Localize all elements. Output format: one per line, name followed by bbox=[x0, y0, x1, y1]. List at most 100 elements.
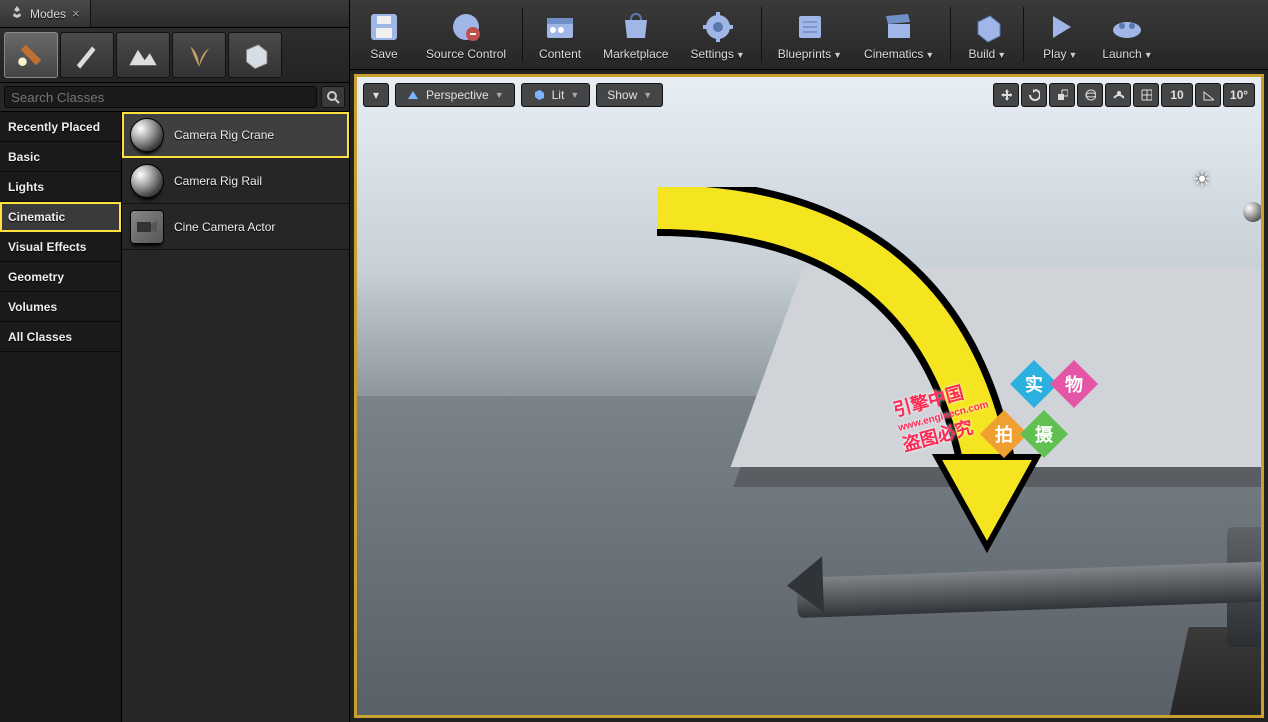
category-cinematic[interactable]: Cinematic bbox=[0, 202, 121, 232]
viewport-show-button[interactable]: Show ▼ bbox=[596, 83, 663, 107]
lit-icon bbox=[532, 88, 546, 102]
category-label: Basic bbox=[8, 150, 40, 164]
viewport-lit-button[interactable]: Lit ▼ bbox=[521, 83, 591, 107]
viewport-options-button[interactable]: ▾ bbox=[363, 83, 389, 107]
category-list: Recently Placed Basic Lights Cinematic V… bbox=[0, 112, 122, 722]
surface-snap-button[interactable] bbox=[1105, 83, 1131, 107]
toolbar-source-control[interactable]: Source Control bbox=[416, 1, 516, 68]
category-recently-placed[interactable]: Recently Placed bbox=[0, 112, 121, 142]
toolbar-label: Build bbox=[969, 47, 996, 61]
landscape-mode-button[interactable] bbox=[116, 32, 170, 78]
tab-header: Modes × bbox=[0, 0, 349, 28]
toolbar-label: Launch bbox=[1102, 47, 1141, 61]
transform-rotate-button[interactable] bbox=[1021, 83, 1047, 107]
category-basic[interactable]: Basic bbox=[0, 142, 121, 172]
launch-icon bbox=[1109, 9, 1145, 45]
asset-label: Cine Camera Actor bbox=[174, 220, 275, 234]
chevron-down-icon: ▼ bbox=[997, 50, 1006, 60]
chevron-down-icon: ▼ bbox=[736, 50, 745, 60]
coordinate-space-button[interactable] bbox=[1077, 83, 1103, 107]
perspective-icon bbox=[406, 88, 420, 102]
category-visual-effects[interactable]: Visual Effects bbox=[0, 232, 121, 262]
grid-snap-button[interactable] bbox=[1133, 83, 1159, 107]
toolbar-save[interactable]: Save bbox=[354, 1, 414, 68]
close-icon[interactable]: × bbox=[72, 6, 80, 21]
scale-icon bbox=[1056, 88, 1068, 102]
category-lights[interactable]: Lights bbox=[0, 172, 121, 202]
modes-tab-icon bbox=[10, 5, 24, 22]
toolbar-label: Cinematics bbox=[864, 47, 923, 61]
toolbar-label: Content bbox=[539, 47, 581, 61]
chevron-down-icon: ▼ bbox=[925, 50, 934, 60]
foliage-mode-button[interactable] bbox=[172, 32, 226, 78]
chevron-down-icon: ▼ bbox=[833, 50, 842, 60]
category-volumes[interactable]: Volumes bbox=[0, 292, 121, 322]
category-label: All Classes bbox=[8, 330, 72, 344]
angle-snap-value[interactable]: 10° bbox=[1223, 83, 1255, 107]
toolbar-marketplace[interactable]: Marketplace bbox=[593, 1, 678, 68]
viewport-pill-label: Lit bbox=[552, 88, 565, 102]
asset-list: Camera Rig Crane Camera Rig Rail Cine Ca… bbox=[122, 112, 349, 722]
toolbar-content[interactable]: Content bbox=[529, 1, 591, 68]
toolbar-label: Save bbox=[370, 47, 397, 61]
toolbar-label: Source Control bbox=[426, 47, 506, 61]
viewport[interactable]: ☀ ● 引擎中国 www.enginecn.com 盗图必究 实 物 bbox=[354, 74, 1264, 718]
category-geometry[interactable]: Geometry bbox=[0, 262, 121, 292]
chevron-down-icon: ▼ bbox=[1144, 50, 1153, 60]
surface-snap-icon bbox=[1112, 88, 1124, 102]
toolbar-settings[interactable]: Settings▼ bbox=[680, 1, 754, 68]
viewport-pill-label: Perspective bbox=[426, 88, 489, 102]
watermark-tiles: 拍 摄 bbox=[987, 417, 1061, 451]
asset-label: Camera Rig Crane bbox=[174, 128, 274, 142]
rotate-icon bbox=[1028, 88, 1040, 102]
search-row bbox=[0, 83, 349, 112]
play-icon bbox=[1042, 9, 1078, 45]
asset-camera-rig-crane[interactable]: Camera Rig Crane bbox=[122, 112, 349, 158]
search-button[interactable] bbox=[321, 86, 345, 108]
chevron-down-icon: ▼ bbox=[570, 90, 579, 100]
angle-snap-button[interactable] bbox=[1195, 83, 1221, 107]
category-all-classes[interactable]: All Classes bbox=[0, 322, 121, 352]
viewport-perspective-button[interactable]: Perspective ▼ bbox=[395, 83, 515, 107]
source-control-icon bbox=[448, 9, 484, 45]
blueprints-icon bbox=[792, 9, 828, 45]
category-label: Recently Placed bbox=[8, 120, 100, 134]
globe-icon bbox=[1084, 88, 1096, 102]
asset-label: Camera Rig Rail bbox=[174, 174, 262, 188]
toolbar-label: Marketplace bbox=[603, 47, 668, 61]
modes-tab[interactable]: Modes × bbox=[0, 0, 91, 27]
toolbar-build[interactable]: Build▼ bbox=[957, 1, 1017, 68]
cinematics-icon bbox=[881, 9, 917, 45]
asset-cine-camera-actor[interactable]: Cine Camera Actor bbox=[122, 204, 349, 250]
place-mode-button[interactable] bbox=[4, 32, 58, 78]
toolbar-play[interactable]: Play▼ bbox=[1030, 1, 1090, 68]
transform-scale-button[interactable] bbox=[1049, 83, 1075, 107]
chevron-down-icon: ▼ bbox=[1069, 50, 1078, 60]
geometry-mode-button[interactable] bbox=[228, 32, 282, 78]
chevron-down-icon: ▼ bbox=[643, 90, 652, 100]
toolbar-label: Settings bbox=[690, 47, 733, 61]
category-label: Geometry bbox=[8, 270, 64, 284]
grid-snap-value[interactable]: 10 bbox=[1161, 83, 1193, 107]
paint-mode-button[interactable] bbox=[60, 32, 114, 78]
viewport-scene: ☀ ● bbox=[357, 77, 1261, 715]
content-icon bbox=[542, 9, 578, 45]
toolbar-cinematics[interactable]: Cinematics▼ bbox=[854, 1, 944, 68]
toolbar-blueprints[interactable]: Blueprints▼ bbox=[768, 1, 852, 68]
toolbar-label: Play bbox=[1043, 47, 1066, 61]
chevron-down-icon: ▼ bbox=[495, 90, 504, 100]
toolbar-launch[interactable]: Launch▼ bbox=[1092, 1, 1162, 68]
settings-icon bbox=[700, 9, 736, 45]
move-icon bbox=[1000, 88, 1012, 102]
search-input[interactable] bbox=[4, 86, 317, 108]
watermark-tiles: 实 物 bbox=[1017, 367, 1091, 401]
viewport-pill-label: Show bbox=[607, 88, 637, 102]
build-icon bbox=[969, 9, 1005, 45]
transform-move-button[interactable] bbox=[993, 83, 1019, 107]
sphere-thumb-icon bbox=[130, 118, 164, 152]
snap-value-label: 10 bbox=[1170, 88, 1183, 102]
asset-camera-rig-rail[interactable]: Camera Rig Rail bbox=[122, 158, 349, 204]
modes-tab-label: Modes bbox=[30, 7, 66, 21]
angle-icon bbox=[1202, 88, 1214, 102]
sphere-thumb-icon bbox=[130, 164, 164, 198]
